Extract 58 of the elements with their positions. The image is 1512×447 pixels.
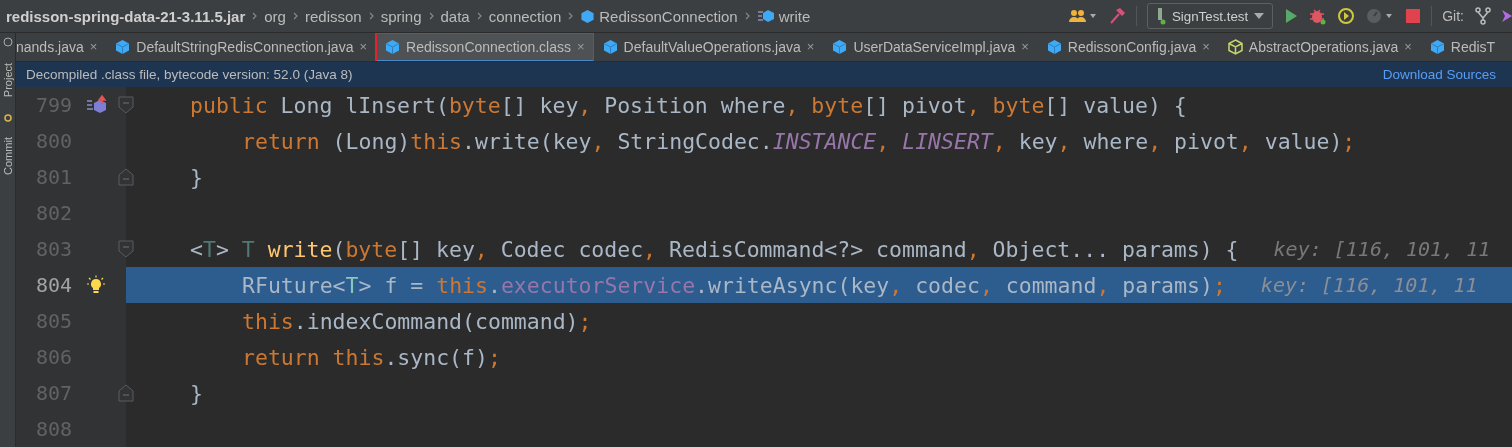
class-icon xyxy=(385,38,401,55)
fold-icon[interactable] xyxy=(118,96,134,114)
code-text: return this.sync(f); xyxy=(241,344,501,370)
side-tool-tab[interactable]: Project xyxy=(1,62,14,98)
abstract-class-icon xyxy=(1227,38,1243,55)
debug-icon[interactable] xyxy=(1309,7,1328,25)
breadcrumb-item[interactable]: write xyxy=(778,7,811,25)
chevron-icon xyxy=(568,12,574,20)
push-arrow-icon[interactable] xyxy=(1502,7,1512,25)
banner-message: Decompiled .class file, bytecode version: 52.0 (Java 8) xyxy=(26,66,353,82)
fold-icon[interactable] xyxy=(118,384,134,402)
commit-icon xyxy=(2,113,13,123)
editor-tab[interactable]: RedissonConnection.class × xyxy=(376,33,594,61)
branch-icon[interactable] xyxy=(1474,7,1492,25)
code-text: <T> T write(byte[] key, Codec codec, RedisCommand<?> command, Object... params) { xyxy=(189,236,1239,262)
inlay-hint: key: [116, 101, 11 xyxy=(1260,273,1478,297)
class-icon xyxy=(1046,38,1062,55)
class-icon xyxy=(580,8,596,24)
code-text: return (Long)this.write(key, StringCodec.INSTANCE, LINSERT, key, where, pivot, value); xyxy=(241,128,1356,154)
stop-icon[interactable] xyxy=(1405,8,1422,24)
inlay-hint: key: [116, 101, 11 xyxy=(1273,237,1491,261)
run-configuration-dropdown[interactable]: SignTest.test xyxy=(1146,3,1274,29)
breadcrumb-item[interactable]: connection xyxy=(488,7,562,25)
class-icon xyxy=(1429,38,1445,55)
chevron-icon xyxy=(292,12,298,20)
test-icon xyxy=(1155,7,1166,25)
hammer-icon[interactable] xyxy=(1107,7,1126,25)
fold-icon[interactable] xyxy=(118,240,134,258)
method-icon xyxy=(756,9,775,23)
caret-icon xyxy=(1254,13,1265,19)
side-tool-tab[interactable]: Commit xyxy=(1,137,14,175)
breadcrumb-item[interactable]: RedissonConnection xyxy=(599,7,738,25)
chevron-icon xyxy=(428,12,434,20)
chevron-icon xyxy=(368,12,374,20)
class-icon xyxy=(602,38,618,55)
breadcrumb-item[interactable]: data xyxy=(440,7,470,25)
download-sources-link[interactable]: Download Sources xyxy=(1382,66,1496,82)
code-text: RFuture<T> f = this.executorService.writeAsync(key, codec, command, params); xyxy=(241,272,1226,298)
fold-icon[interactable] xyxy=(118,168,134,186)
code-text: public Long lInsert(byte[] key, Position where, byte[] pivot, byte[] value) { xyxy=(189,92,1187,118)
breadcrumb-item[interactable]: spring xyxy=(380,7,422,25)
implements-icon[interactable] xyxy=(86,95,108,115)
breadcrumb-item[interactable]: redisson xyxy=(304,7,362,25)
users-icon[interactable] xyxy=(1067,8,1098,24)
code-text: } xyxy=(189,380,203,406)
breadcrumb-item[interactable]: redisson-spring-data-21-3.11.5.jar xyxy=(6,7,246,25)
chevron-icon xyxy=(744,12,750,20)
coverage-icon[interactable] xyxy=(1337,7,1356,25)
class-icon xyxy=(832,38,848,55)
line-number: 804 xyxy=(34,273,72,297)
class-icon xyxy=(115,38,131,55)
breadcrumb-item[interactable]: org xyxy=(264,7,286,25)
git-label: Git: xyxy=(1442,8,1464,24)
chevron-icon xyxy=(252,12,258,20)
chevron-icon xyxy=(476,12,482,20)
lightbulb-icon[interactable] xyxy=(86,275,106,295)
code-text: this.indexCommand(command); xyxy=(241,308,592,334)
code-text: } xyxy=(189,164,203,190)
